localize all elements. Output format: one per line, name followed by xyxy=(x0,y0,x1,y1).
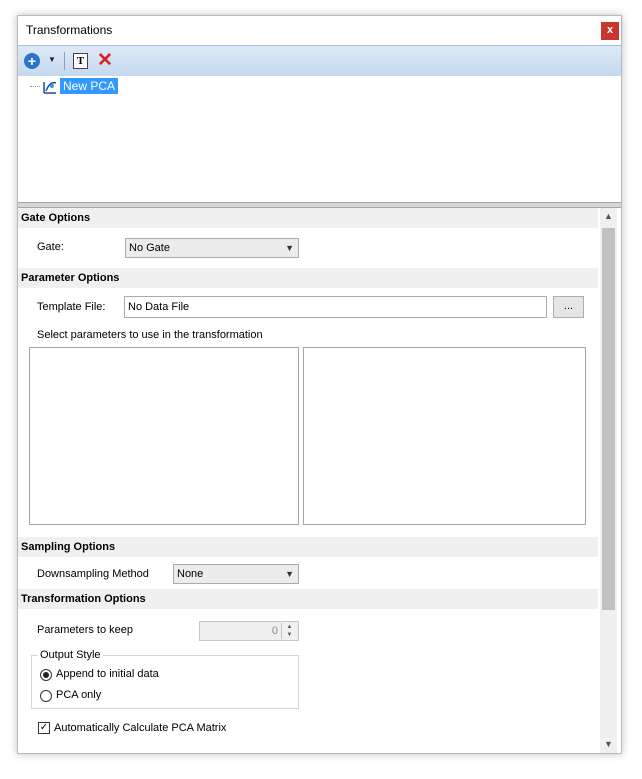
delete-icon[interactable]: ✕ xyxy=(97,49,113,72)
pca-icon xyxy=(43,81,57,94)
tree-node-new-pca[interactable]: New PCA xyxy=(60,78,119,94)
auto-calculate-label[interactable]: Automatically Calculate PCA Matrix xyxy=(54,722,226,734)
output-style-legend: Output Style xyxy=(38,649,103,661)
toolbar-separator xyxy=(64,52,65,70)
browse-button[interactable]: ... xyxy=(553,296,584,318)
transformation-tree: New PCA xyxy=(18,76,621,202)
parameters-to-keep-label: Parameters to keep xyxy=(37,624,133,636)
toolbar: + ▼ T ✕ xyxy=(18,45,621,77)
options-panel: Gate Options Gate: No Gate ▼ Parameter O… xyxy=(18,208,621,753)
downsampling-method-select[interactable]: None ▼ xyxy=(173,564,299,584)
title-bar: Transformations x xyxy=(18,16,621,45)
text-icon[interactable]: T xyxy=(73,53,88,69)
append-radio[interactable] xyxy=(40,669,52,681)
pca-only-radio[interactable] xyxy=(40,690,52,702)
window-title: Transformations xyxy=(26,23,113,37)
transformation-options-header: Transformation Options xyxy=(18,589,598,609)
select-parameters-text: Select parameters to use in the transfor… xyxy=(37,329,263,341)
tree-connector xyxy=(30,86,40,87)
gate-label: Gate: xyxy=(37,241,64,253)
pca-only-radio-label[interactable]: PCA only xyxy=(56,689,101,701)
gate-select-value: No Gate xyxy=(129,242,170,254)
auto-calculate-checkbox[interactable]: ✓ xyxy=(38,722,50,734)
downsampling-method-value: None xyxy=(177,568,204,580)
template-file-field[interactable]: No Data File xyxy=(124,296,547,318)
transformations-window: Transformations x + ▼ T ✕ New PCA Gate O… xyxy=(17,15,622,754)
close-button[interactable]: x xyxy=(601,22,619,40)
gate-select[interactable]: No Gate ▼ xyxy=(125,238,299,258)
sampling-options-header: Sampling Options xyxy=(18,537,598,557)
chevron-down-icon: ▼ xyxy=(285,569,294,579)
vertical-scrollbar[interactable]: ▲ ▼ xyxy=(600,208,617,753)
plus-circle-icon[interactable]: + xyxy=(24,53,40,69)
template-file-label: Template File: xyxy=(37,301,106,313)
scroll-up-icon[interactable]: ▲ xyxy=(600,208,617,225)
scroll-down-icon[interactable]: ▼ xyxy=(600,736,617,753)
scroll-thumb[interactable] xyxy=(602,228,615,610)
chevron-down-icon[interactable]: ▼ xyxy=(48,55,56,64)
gate-options-header: Gate Options xyxy=(18,208,598,228)
downsampling-method-label: Downsampling Method xyxy=(37,568,149,580)
chevron-down-icon: ▼ xyxy=(285,243,294,253)
append-radio-label[interactable]: Append to initial data xyxy=(56,668,159,680)
parameters-to-keep-value: 0 xyxy=(271,625,278,637)
parameters-to-keep-stepper[interactable]: 0 ▲ ▼ xyxy=(199,621,299,641)
spin-arrows-icon[interactable]: ▲ ▼ xyxy=(281,623,297,639)
parameter-options-header: Parameter Options xyxy=(18,268,598,288)
available-parameters-list[interactable] xyxy=(29,347,299,525)
selected-parameters-list[interactable] xyxy=(303,347,586,525)
